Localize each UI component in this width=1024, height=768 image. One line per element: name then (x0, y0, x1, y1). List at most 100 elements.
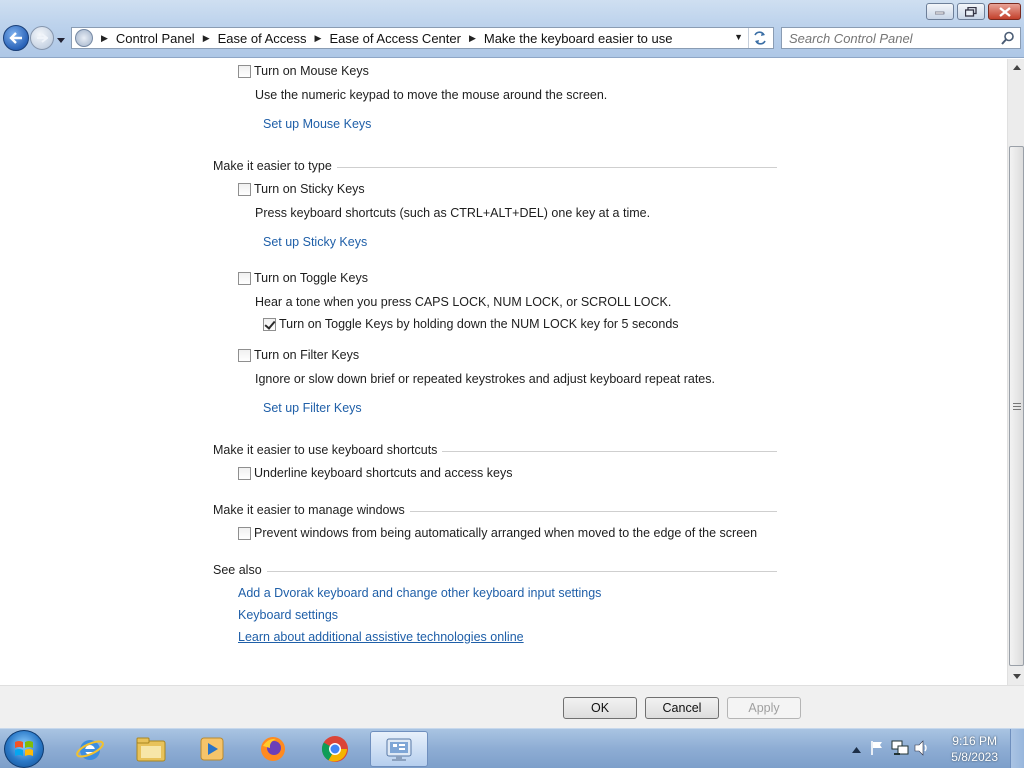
refresh-icon[interactable] (751, 30, 769, 46)
clock[interactable]: 9:16 PM 5/8/2023 (951, 733, 998, 765)
action-center-flag-icon[interactable] (869, 740, 885, 759)
ok-button[interactable]: OK (563, 697, 637, 719)
underline-shortcuts-label[interactable]: Underline keyboard shortcuts and access … (254, 466, 512, 480)
breadcrumb-arrow-icon[interactable]: ▶ (469, 33, 476, 44)
internet-explorer-taskbar-button[interactable] (64, 731, 116, 767)
mouse-keys-checkbox[interactable] (238, 65, 251, 78)
file-explorer-taskbar-button[interactable] (125, 731, 177, 767)
filter-keys-checkbox[interactable] (238, 349, 251, 362)
section-heading: Make it easier to manage windows (213, 503, 410, 517)
toggle-keys-description: Hear a tone when you press CAPS LOCK, NU… (255, 295, 672, 309)
forward-arrow-icon (37, 33, 48, 43)
scroll-up-button[interactable] (1009, 59, 1024, 75)
settings-content: Turn on Mouse Keys Use the numeric keypa… (0, 59, 1007, 685)
section-heading: Make it easier to type (213, 159, 337, 173)
breadcrumb-control-panel[interactable]: Control Panel (116, 31, 195, 46)
apply-button[interactable]: Apply (727, 697, 801, 719)
breadcrumb-arrow-icon[interactable]: ▶ (101, 33, 108, 44)
mouse-keys-label[interactable]: Turn on Mouse Keys (254, 64, 369, 78)
media-player-icon (200, 737, 224, 761)
search-input[interactable] (782, 28, 992, 48)
type-section-header: Make it easier to type (213, 159, 777, 175)
clock-date: 5/8/2023 (951, 750, 998, 764)
show-desktop-button[interactable] (1010, 729, 1024, 768)
setup-mouse-keys-link[interactable]: Set up Mouse Keys (263, 117, 371, 131)
toggle-keys-checkbox[interactable] (238, 272, 251, 285)
start-button[interactable] (4, 730, 44, 768)
chrome-icon (321, 736, 348, 762)
sticky-keys-description: Press keyboard shortcuts (such as CTRL+A… (255, 206, 651, 220)
minimize-button[interactable] (926, 3, 954, 20)
filter-keys-description: Ignore or slow down brief or repeated ke… (255, 372, 715, 386)
sticky-keys-label[interactable]: Turn on Sticky Keys (254, 182, 365, 196)
chrome-taskbar-button[interactable] (309, 731, 361, 767)
sticky-keys-checkbox[interactable] (238, 183, 251, 196)
cancel-button[interactable]: Cancel (645, 697, 719, 719)
show-hidden-icons-icon[interactable] (852, 742, 861, 756)
breadcrumb-current-page[interactable]: Make the keyboard easier to use (484, 31, 673, 46)
volume-icon[interactable] (914, 740, 930, 759)
title-bar: ▶ Control Panel ▶ Ease of Access ▶ Ease … (0, 0, 1024, 58)
address-bar[interactable]: ▶ Control Panel ▶ Ease of Access ▶ Ease … (71, 27, 774, 49)
search-box (781, 27, 1021, 49)
windows-logo-icon (15, 741, 33, 756)
clock-time: 9:16 PM (952, 734, 997, 748)
restore-icon (965, 6, 977, 17)
control-panel-icon (386, 738, 412, 761)
firefox-icon (261, 737, 285, 761)
toggle-keys-numlock-label[interactable]: Turn on Toggle Keys by holding down the … (279, 317, 679, 331)
breadcrumb-arrow-icon[interactable]: ▶ (203, 33, 210, 44)
dvorak-keyboard-link[interactable]: Add a Dvorak keyboard and change other k… (238, 586, 601, 600)
search-icon[interactable] (1001, 31, 1015, 48)
scroll-thumb[interactable] (1009, 146, 1024, 666)
section-heading: Make it easier to use keyboard shortcuts (213, 443, 443, 457)
setup-sticky-keys-link[interactable]: Set up Sticky Keys (263, 235, 367, 249)
breadcrumb-arrow-icon[interactable]: ▶ (315, 33, 322, 44)
breadcrumb-ease-of-access[interactable]: Ease of Access (218, 31, 307, 46)
recent-pages-dropdown[interactable] (57, 33, 65, 47)
toggle-keys-label[interactable]: Turn on Toggle Keys (254, 271, 368, 285)
close-button[interactable] (988, 3, 1021, 20)
assistive-technologies-link[interactable]: Learn about additional assistive technol… (238, 630, 524, 644)
network-icon[interactable] (891, 740, 909, 759)
vertical-scrollbar[interactable] (1007, 59, 1024, 685)
section-heading: See also (213, 563, 267, 577)
section-divider (213, 571, 777, 572)
forward-button[interactable] (30, 26, 54, 50)
breadcrumb-ease-of-access-center[interactable]: Ease of Access Center (329, 31, 461, 46)
underline-shortcuts-checkbox[interactable] (238, 467, 251, 480)
prevent-arrange-checkbox[interactable] (238, 527, 251, 540)
toggle-keys-numlock-checkbox[interactable] (263, 318, 276, 331)
chevron-up-icon (1012, 64, 1021, 70)
close-icon (998, 6, 1011, 17)
windows-section-header: Make it easier to manage windows (213, 503, 777, 519)
file-explorer-icon (136, 737, 166, 762)
taskbar: 9:16 PM 5/8/2023 (0, 728, 1024, 768)
back-button[interactable] (3, 25, 29, 51)
back-arrow-icon (9, 32, 22, 44)
address-separator (748, 28, 749, 48)
restore-button[interactable] (957, 3, 985, 20)
address-dropdown-icon[interactable]: ▼ (734, 32, 743, 42)
control-panel-taskbar-button[interactable] (370, 731, 428, 767)
firefox-taskbar-button[interactable] (247, 731, 299, 767)
media-player-taskbar-button[interactable] (186, 731, 238, 767)
scroll-grip (1013, 406, 1021, 407)
system-tray: 9:16 PM 5/8/2023 (834, 729, 1024, 768)
see-also-header: See also (213, 563, 777, 579)
prevent-arrange-label[interactable]: Prevent windows from being automatically… (254, 526, 757, 540)
control-panel-icon (75, 29, 93, 47)
internet-explorer-icon (76, 740, 104, 760)
scroll-grip (1013, 403, 1021, 404)
setup-filter-keys-link[interactable]: Set up Filter Keys (263, 401, 362, 415)
scroll-down-button[interactable] (1009, 668, 1024, 684)
chevron-down-icon (57, 38, 65, 43)
shortcuts-section-header: Make it easier to use keyboard shortcuts (213, 443, 777, 459)
filter-keys-label[interactable]: Turn on Filter Keys (254, 348, 359, 362)
mouse-keys-description: Use the numeric keypad to move the mouse… (255, 88, 608, 102)
keyboard-settings-link[interactable]: Keyboard settings (238, 608, 338, 622)
chevron-down-icon (1012, 673, 1021, 679)
minimize-icon (935, 11, 945, 14)
scroll-grip (1013, 409, 1021, 410)
dialog-button-bar: OK Cancel Apply (0, 685, 1024, 728)
